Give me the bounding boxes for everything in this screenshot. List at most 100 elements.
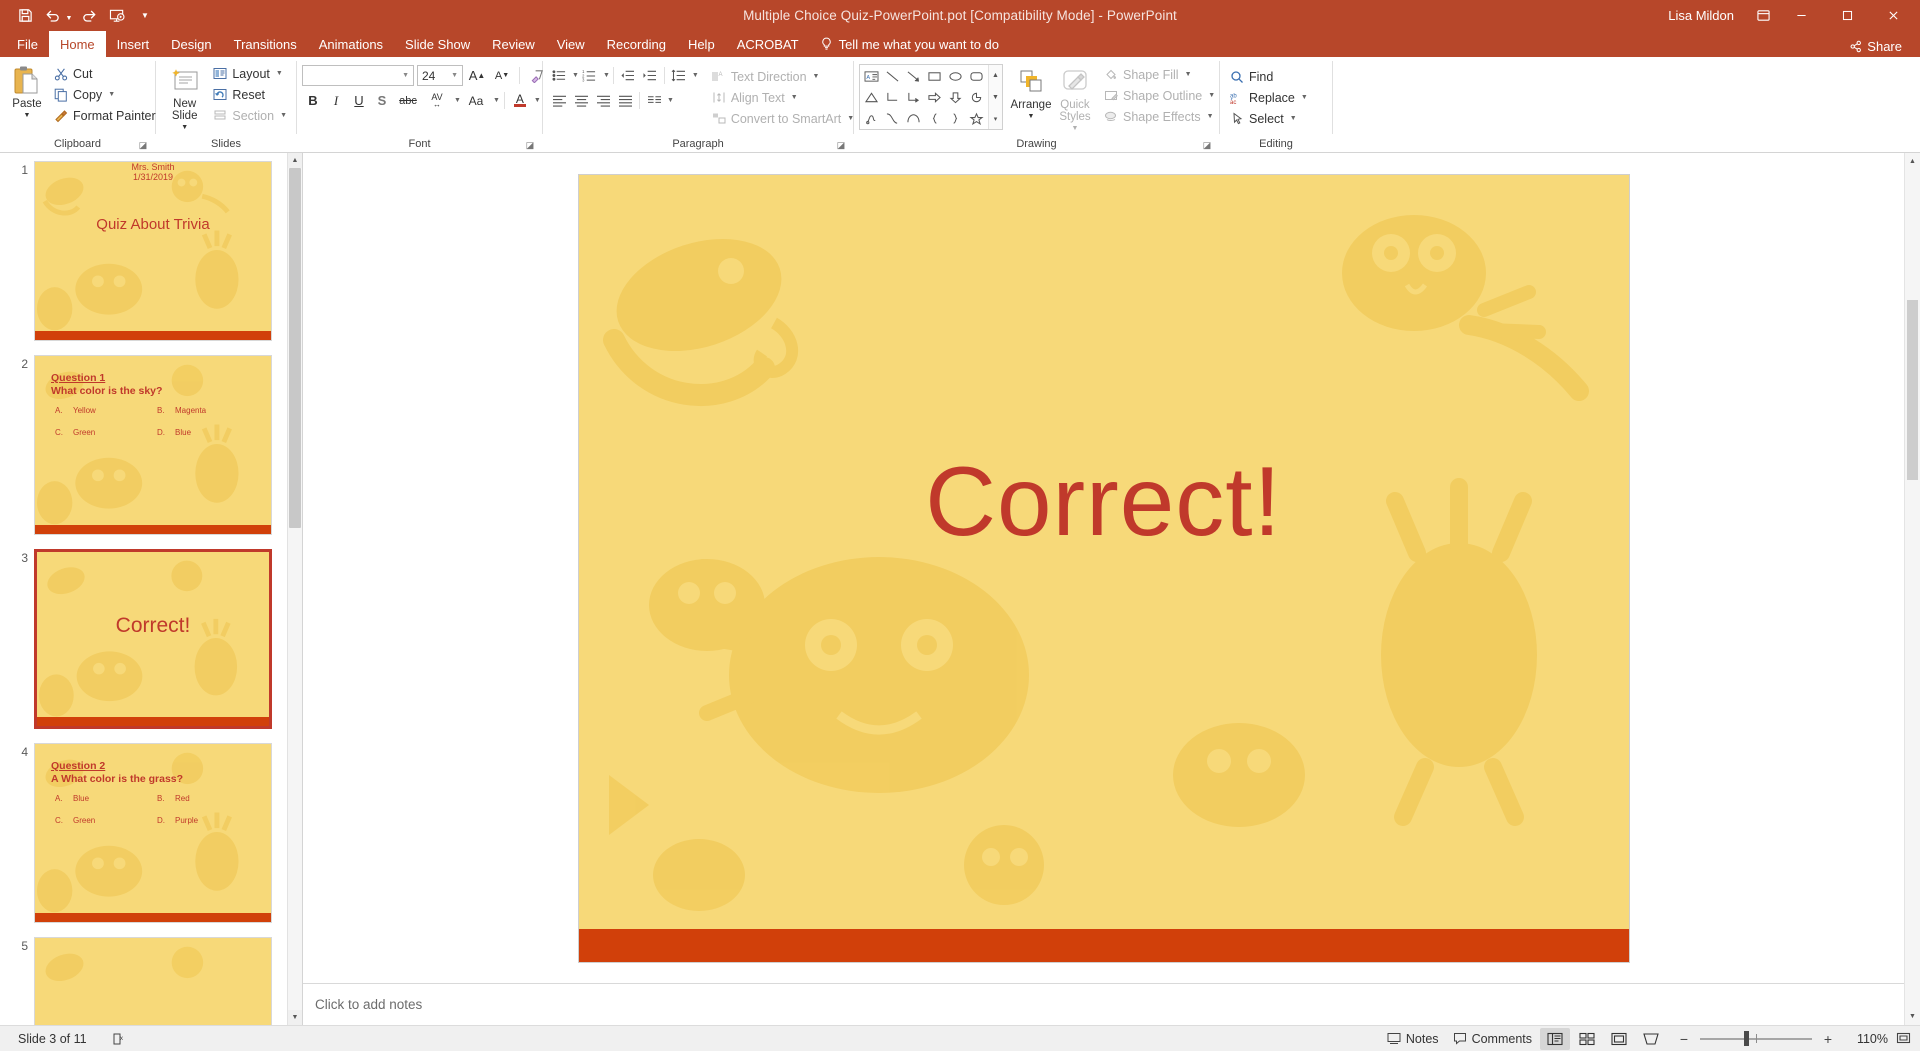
slide-canvas-area[interactable]: Correct! <box>303 153 1904 983</box>
zoom-out-button[interactable]: − <box>1676 1031 1692 1047</box>
normal-view-button[interactable] <box>1540 1027 1570 1050</box>
replace-dropdown-icon[interactable]: ▼ <box>1301 94 1308 101</box>
select-button[interactable]: Select ▼ <box>1225 108 1312 129</box>
columns-dropdown-icon[interactable]: ▼ <box>667 97 674 104</box>
font-color-button[interactable]: A <box>509 90 531 111</box>
notes-toggle-button[interactable]: Notes <box>1381 1030 1445 1048</box>
shape-fill-button[interactable]: Shape Fill ▼ <box>1099 64 1219 85</box>
select-dropdown-icon[interactable]: ▼ <box>1290 115 1297 122</box>
align-text-button[interactable]: Align Text ▼ <box>707 87 858 108</box>
fit-slide-to-window-button[interactable] <box>1890 1028 1916 1050</box>
reset-button[interactable]: Reset <box>208 84 291 105</box>
text-direction-button[interactable]: A Text Direction ▼ <box>707 66 858 87</box>
tell-me-search[interactable]: Tell me what you want to do <box>810 31 1009 57</box>
layout-dropdown-icon[interactable]: ▼ <box>276 70 283 77</box>
slide-thumbnail-5[interactable] <box>34 937 272 1025</box>
slide-thumbnail-4[interactable]: Question 2 A What color is the grass? A.… <box>34 743 272 923</box>
shape-outline-button[interactable]: Shape Outline ▼ <box>1099 85 1219 106</box>
tab-view[interactable]: View <box>546 31 596 57</box>
triangle-shape-icon[interactable] <box>861 87 882 108</box>
convert-to-smartart-button[interactable]: Convert to SmartArt ▼ <box>707 108 858 129</box>
layout-button[interactable]: Layout ▼ <box>208 63 291 84</box>
zoom-in-button[interactable]: + <box>1820 1031 1836 1047</box>
tab-animations[interactable]: Animations <box>308 31 394 57</box>
tab-home[interactable]: Home <box>48 31 106 57</box>
increase-font-size-button[interactable]: A ▲ <box>466 65 488 86</box>
scroll-down-icon[interactable]: ▼ <box>288 1010 302 1025</box>
scrollbar-thumb[interactable] <box>1907 300 1918 480</box>
tab-file[interactable]: File <box>6 31 49 57</box>
ellipse-shape-icon[interactable] <box>945 66 966 87</box>
scrollbar-track[interactable] <box>1905 170 1920 1008</box>
minimize-button[interactable] <box>1778 0 1824 31</box>
line-spacing-dropdown-icon[interactable]: ▼ <box>692 72 699 79</box>
thumbnail-pane-scrollbar[interactable]: ▲ ▼ <box>287 153 302 1025</box>
chevron-down-icon[interactable]: ▼ <box>400 72 411 79</box>
zoom-slider-handle[interactable] <box>1744 1031 1749 1046</box>
character-spacing-dropdown-icon[interactable]: ▼ <box>454 97 461 104</box>
reading-view-button[interactable] <box>1604 1028 1634 1050</box>
bullets-dropdown-icon[interactable]: ▼ <box>572 72 579 79</box>
section-dropdown-icon[interactable]: ▼ <box>280 112 287 119</box>
bullets-button[interactable] <box>548 65 570 86</box>
arrow-shape-icon[interactable] <box>903 66 924 87</box>
tab-acrobat[interactable]: ACROBAT <box>726 31 810 57</box>
justify-button[interactable] <box>614 90 636 111</box>
right-brace-shape-icon[interactable] <box>945 108 966 129</box>
replace-button[interactable]: ab ac Replace ▼ <box>1225 87 1312 108</box>
scrollbar-thumb[interactable] <box>289 168 301 528</box>
shape-effects-button[interactable]: Shape Effects ▼ <box>1099 106 1219 127</box>
elbow-arrow-connector-icon[interactable] <box>903 87 924 108</box>
section-button[interactable]: Section ▼ <box>208 105 291 126</box>
curve-shape-icon[interactable] <box>882 108 903 129</box>
start-from-beginning-icon[interactable] <box>104 4 130 28</box>
scroll-down-icon[interactable]: ▼ <box>1905 1008 1920 1025</box>
align-right-button[interactable] <box>592 90 614 111</box>
tab-review[interactable]: Review <box>481 31 546 57</box>
slide-result-text[interactable]: Correct! <box>579 445 1629 558</box>
list-item[interactable]: 3 Correct! <box>0 549 302 729</box>
change-case-button[interactable]: Aa <box>462 90 490 111</box>
drawing-dialog-launcher[interactable]: ◪ <box>1201 139 1213 151</box>
tab-help[interactable]: Help <box>677 31 726 57</box>
elbow-connector-icon[interactable] <box>882 87 903 108</box>
font-name-combobox[interactable]: ▼ <box>302 65 414 86</box>
list-item[interactable]: 4 Question 2 A What color is the grass? … <box>0 743 302 923</box>
right-arrow-shape-icon[interactable] <box>924 87 945 108</box>
zoom-control[interactable]: − + <box>1676 1031 1836 1047</box>
chevron-down-icon[interactable]: ▼ <box>449 72 460 79</box>
undo-icon[interactable] <box>40 4 66 28</box>
slide-thumbnail-1[interactable]: Quiz About Trivia Mrs. Smith 1/31/2019 <box>34 161 272 341</box>
tab-slide-show[interactable]: Slide Show <box>394 31 481 57</box>
align-center-button[interactable] <box>570 90 592 111</box>
list-item[interactable]: 1 Quiz About Trivia Mrs. Smith 1/31/2019 <box>0 161 302 341</box>
shape-outline-dropdown-icon[interactable]: ▼ <box>1208 92 1215 99</box>
slide-thumbnail-3[interactable]: Correct! <box>34 549 272 729</box>
italic-button[interactable]: I <box>325 90 347 111</box>
tab-recording[interactable]: Recording <box>596 31 677 57</box>
freeform-scribble-icon[interactable] <box>861 108 882 129</box>
line-spacing-button[interactable] <box>668 65 690 86</box>
find-button[interactable]: Find <box>1225 66 1312 87</box>
scroll-up-icon[interactable]: ▲ <box>288 153 302 168</box>
list-item[interactable]: 5 <box>0 937 302 1025</box>
shapes-gallery[interactable]: A ▲ ▼ ▾ <box>859 64 1003 130</box>
paragraph-dialog-launcher[interactable]: ◪ <box>835 139 847 151</box>
list-item[interactable]: 2 Question 1 What color is the sky? A. Y… <box>0 355 302 535</box>
textbox-shape-icon[interactable]: A <box>861 66 882 87</box>
scroll-up-icon[interactable]: ▲ <box>1905 153 1920 170</box>
numbering-dropdown-icon[interactable]: ▼ <box>603 72 610 79</box>
arrange-button[interactable]: Arrange ▼ <box>1009 63 1053 125</box>
tab-design[interactable]: Design <box>160 31 222 57</box>
cut-button[interactable]: Cut <box>49 63 160 84</box>
scrollbar-track[interactable] <box>288 168 302 1010</box>
format-painter-button[interactable]: Format Painter <box>49 105 160 126</box>
shapes-gallery-scrollbar[interactable]: ▲ ▼ ▾ <box>988 65 1002 129</box>
font-size-combobox[interactable]: 24 ▼ <box>417 65 463 86</box>
redo-icon[interactable] <box>76 4 102 28</box>
numbering-button[interactable]: 1 2 3 <box>579 65 601 86</box>
accessibility-checker-icon[interactable]: x <box>105 1030 131 1048</box>
shape-effects-dropdown-icon[interactable]: ▼ <box>1207 113 1214 120</box>
shapes-scroll-down-icon[interactable]: ▼ <box>989 87 1002 107</box>
editor-vertical-scrollbar[interactable]: ▲ ▼ <box>1904 153 1920 1025</box>
